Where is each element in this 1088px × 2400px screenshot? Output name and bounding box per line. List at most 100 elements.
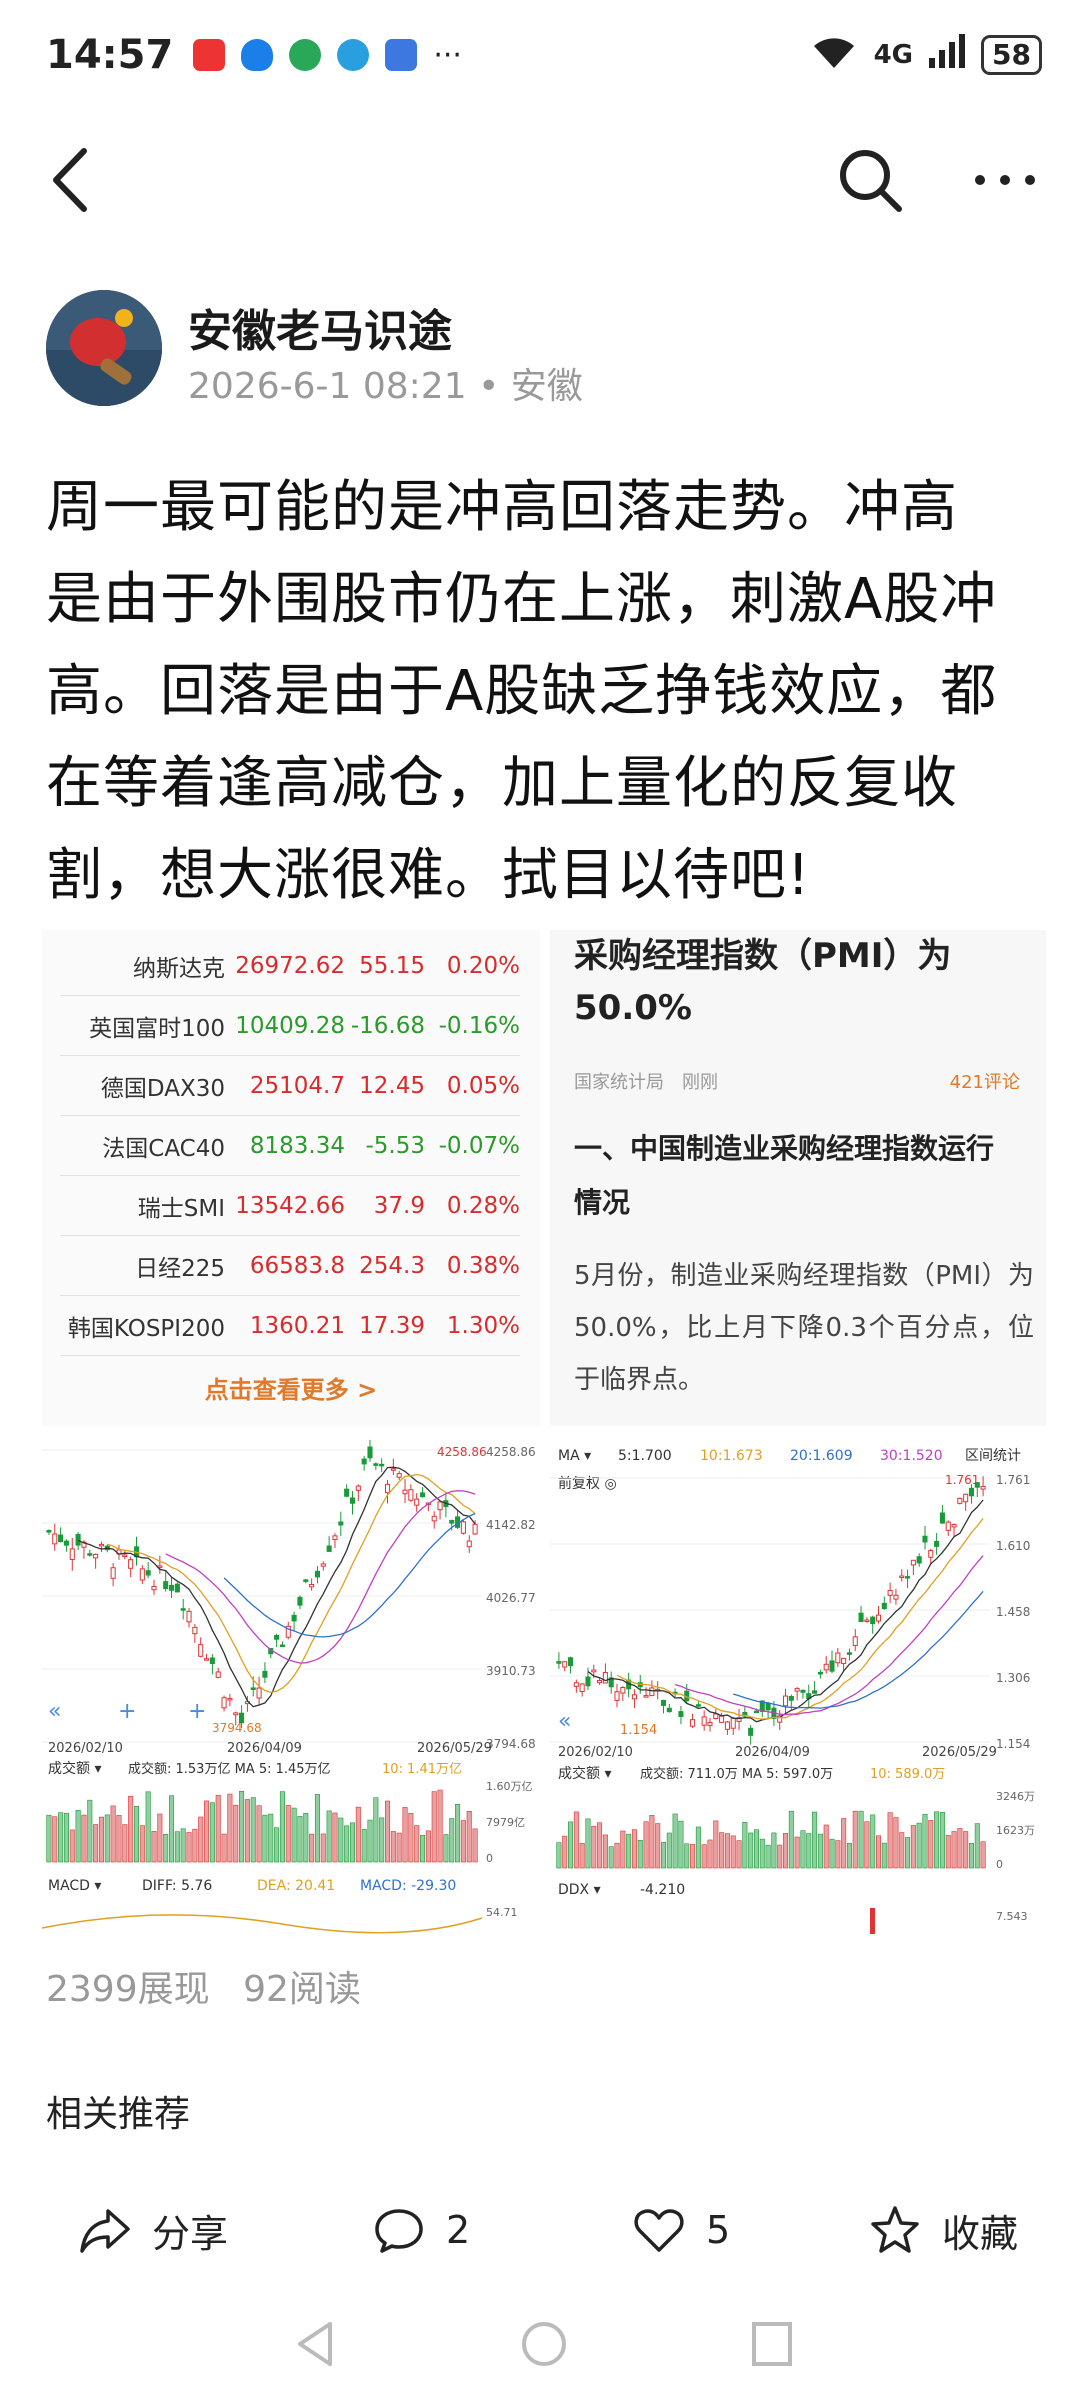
- ddx-y-tick: 7.543: [996, 1910, 1028, 1923]
- volume-selector[interactable]: 成交额 ▾: [48, 1760, 101, 1777]
- ddx-selector[interactable]: DDX ▾: [558, 1882, 601, 1898]
- volume-bar: [209, 1802, 215, 1863]
- volume-bar: [431, 1791, 437, 1863]
- candle-body: [788, 1696, 794, 1701]
- volume-bar: [443, 1834, 449, 1863]
- news-headline-line: 采购经理指数（PMI）为: [574, 936, 952, 976]
- index-name: 英国富时100: [89, 1015, 225, 1042]
- candle-body: [373, 1463, 379, 1466]
- index-value: 1360.21: [249, 1312, 345, 1339]
- volume-bar: [666, 1832, 672, 1869]
- candle-body: [893, 1594, 899, 1600]
- volume-bar: [742, 1822, 748, 1869]
- index-row[interactable]: 瑞士SMI 13542.66 37.9 0.28%: [60, 1176, 520, 1236]
- volume-bar: [326, 1810, 332, 1863]
- collapse-icon[interactable]: «: [558, 1709, 571, 1734]
- index-name: 韩国KOSPI200: [67, 1315, 225, 1342]
- candle-body: [928, 1550, 934, 1558]
- volume-bar: [63, 1812, 69, 1863]
- volume-bar: [579, 1843, 585, 1869]
- volume-bar: [974, 1823, 980, 1869]
- volume-bar: [198, 1816, 204, 1863]
- zoom-out-icon[interactable]: +: [188, 1699, 206, 1724]
- candle-body: [841, 1657, 847, 1664]
- author-name[interactable]: 安徽老马识途: [188, 295, 452, 359]
- volume-bar: [684, 1843, 690, 1869]
- index-row[interactable]: 法国CAC40 8183.34 -5.53 -0.07%: [60, 1116, 520, 1176]
- zoom-in-icon[interactable]: +: [118, 1699, 136, 1724]
- author-avatar[interactable]: [46, 290, 162, 406]
- macd-value: MACD: -29.30: [360, 1878, 456, 1894]
- macd-selector[interactable]: MACD ▾: [48, 1878, 101, 1894]
- news-section-line: 一、中国制造业采购经理指数运行: [574, 1132, 995, 1165]
- volume-stats: 成交额: 711.0万 MA 5: 597.0万: [640, 1766, 833, 1782]
- candle-body: [355, 1485, 361, 1491]
- y-tick: 1.458: [996, 1605, 1030, 1619]
- volume-bar: [655, 1823, 661, 1869]
- volume-selector[interactable]: 成交额 ▾: [558, 1765, 611, 1782]
- volume-bar: [349, 1822, 356, 1863]
- candle-body: [597, 1680, 603, 1684]
- image-fund-kline-chart[interactable]: MA ▾ 5:1.700 10:1.673 20:1.609 30:1.520 …: [550, 1438, 1046, 1938]
- candle-body: [361, 1458, 367, 1465]
- index-row[interactable]: 日经225 66583.8 254.3 0.38%: [60, 1236, 520, 1296]
- index-row[interactable]: 德国DAX30 25104.7 12.45 0.05%: [60, 1056, 520, 1116]
- index-value: 66583.8: [249, 1252, 345, 1279]
- volume-bar: [957, 1828, 963, 1869]
- more-button[interactable]: [970, 145, 1040, 215]
- ma-selector[interactable]: MA ▾: [558, 1448, 591, 1464]
- candle-body: [701, 1716, 707, 1726]
- top-nav: [0, 115, 1088, 235]
- volume-bar: [643, 1821, 649, 1869]
- favorite-button[interactable]: 收藏: [868, 2180, 1018, 2280]
- index-row[interactable]: 纳斯达克 26972.62 55.15 0.20%: [60, 936, 520, 996]
- volume-bar: [460, 1820, 466, 1863]
- post-line: 在等着逢高减仓，加上量化的反复收: [46, 751, 958, 816]
- like-button[interactable]: 5: [632, 2180, 730, 2280]
- comment-button[interactable]: 2: [372, 2180, 470, 2280]
- ma5-value: 5:1.700: [618, 1448, 672, 1464]
- volume-bar: [408, 1813, 414, 1863]
- image-index-kline-chart[interactable]: 4258.86 4258.86 4142.82 4026.77 3910.73 …: [42, 1438, 540, 1938]
- volume-bar: [52, 1816, 58, 1863]
- back-button[interactable]: [46, 145, 96, 215]
- see-more-link[interactable]: 点击查看更多 >: [42, 1370, 540, 1405]
- candle-body: [916, 1556, 922, 1564]
- candle-body: [951, 1524, 957, 1528]
- post-meta: 2026-6-1 08:21 • 安徽: [188, 357, 583, 409]
- ma-line: [587, 1499, 984, 1723]
- search-button[interactable]: [835, 145, 905, 215]
- nav-recents-icon[interactable]: [748, 2318, 796, 2370]
- index-row[interactable]: 英国富时100 10409.28 -16.68 -0.16%: [60, 996, 520, 1056]
- volume-bar: [597, 1822, 603, 1869]
- index-row[interactable]: 韩国KOSPI200 1360.21 17.39 1.30%: [60, 1296, 520, 1356]
- nav-home-icon[interactable]: [518, 2318, 570, 2370]
- candle-body: [690, 1719, 696, 1727]
- candle-body: [579, 1683, 585, 1692]
- volume-bar: [297, 1816, 303, 1863]
- share-button[interactable]: 分享: [78, 2180, 228, 2280]
- volume-bar: [556, 1842, 562, 1869]
- candle-body: [666, 1707, 672, 1713]
- image-global-indices[interactable]: 纳斯达克 26972.62 55.15 0.20% 英国富时100 10409.28 -16…: [42, 930, 540, 1426]
- share-label: 分享: [152, 2211, 229, 2256]
- volume-bar: [620, 1830, 626, 1869]
- range-stats-button[interactable]: 区间统计: [965, 1448, 1021, 1464]
- candle-body: [922, 1535, 928, 1543]
- candle-body: [643, 1695, 649, 1698]
- volume-bar: [846, 1843, 852, 1869]
- volume-bar: [437, 1789, 443, 1863]
- image-pmi-news[interactable]: 采购经理指数（PMI）为 50.0% 国家统计局 刚刚 421评论 一、中国制造…: [550, 930, 1046, 1426]
- candle-body: [631, 1694, 637, 1700]
- x-tick: 2026/04/09: [227, 1741, 302, 1756]
- collapse-icon[interactable]: «: [48, 1699, 61, 1724]
- macd-dea: DEA: 20.41: [257, 1878, 335, 1894]
- candle-body: [591, 1669, 597, 1673]
- volume-bar: [875, 1835, 882, 1869]
- volume-bar: [227, 1793, 233, 1863]
- nav-back-icon[interactable]: [292, 2318, 340, 2370]
- ma10-value: 10:1.673: [700, 1448, 763, 1464]
- y-tick: 4026.77: [486, 1591, 536, 1605]
- candle-body: [957, 1497, 963, 1504]
- candle-body: [678, 1711, 684, 1717]
